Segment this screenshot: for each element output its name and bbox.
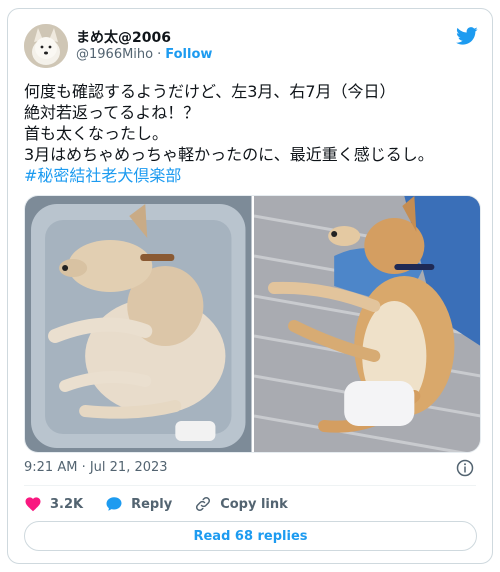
sleeping-dog-photo-march (25, 196, 252, 452)
reply-label: Reply (131, 496, 173, 512)
tweet-line-3: 首も太くなったし。 (24, 124, 169, 143)
like-button[interactable]: 3.2K (24, 495, 83, 513)
user-handle[interactable]: @1966Miho (76, 47, 153, 62)
hashtag-link[interactable]: #秘密結社老犬倶楽部 (24, 165, 480, 186)
divider (24, 485, 476, 486)
photo-left[interactable] (25, 196, 252, 452)
separator-dot: · (157, 47, 162, 62)
tweet-line-4: 3月はめちゃめっちゃ軽かったのに、最近重く感じるし。 (24, 145, 434, 164)
read-replies-button[interactable]: Read 68 replies (24, 521, 477, 551)
sleeping-dog-photo-july (253, 196, 480, 452)
info-icon[interactable] (456, 459, 474, 477)
copy-link-button[interactable]: Copy link (194, 495, 288, 513)
media-grid (24, 195, 481, 453)
tweet-line-2: 絶対若返ってるよね！？ (24, 103, 200, 122)
twitter-bird-icon[interactable] (456, 25, 478, 47)
reply-button[interactable]: Reply (105, 495, 172, 513)
link-icon (196, 496, 211, 512)
photo-right[interactable] (253, 196, 480, 452)
name-row: まめ太@2006 (76, 27, 171, 47)
like-count: 3.2K (50, 496, 84, 512)
avatar-dog-image (24, 24, 68, 68)
tweet-card: まめ太@2006 @1966Miho · Follow 何度も確認するようだけど… (7, 8, 493, 564)
copy-link-label: Copy link (220, 496, 288, 512)
handle-row: @1966Miho · Follow (76, 47, 212, 62)
display-name[interactable]: まめ太@2006 (76, 27, 171, 47)
avatar[interactable] (24, 24, 68, 68)
follow-button[interactable]: Follow (165, 47, 212, 62)
heart-icon (25, 497, 41, 512)
tweet-timestamp[interactable]: 9:21 AM · Jul 21, 2023 (24, 460, 168, 475)
speech-bubble-icon (106, 497, 122, 511)
tweet-text: 何度も確認するようだけど、左3月、右7月（今日） 絶対若返ってるよね！？ 首も太くな… (24, 81, 480, 186)
tweet-line-1: 何度も確認するようだけど、左3月、右7月（今日） (24, 82, 396, 101)
action-bar: 3.2K Reply Copy link (24, 495, 310, 513)
